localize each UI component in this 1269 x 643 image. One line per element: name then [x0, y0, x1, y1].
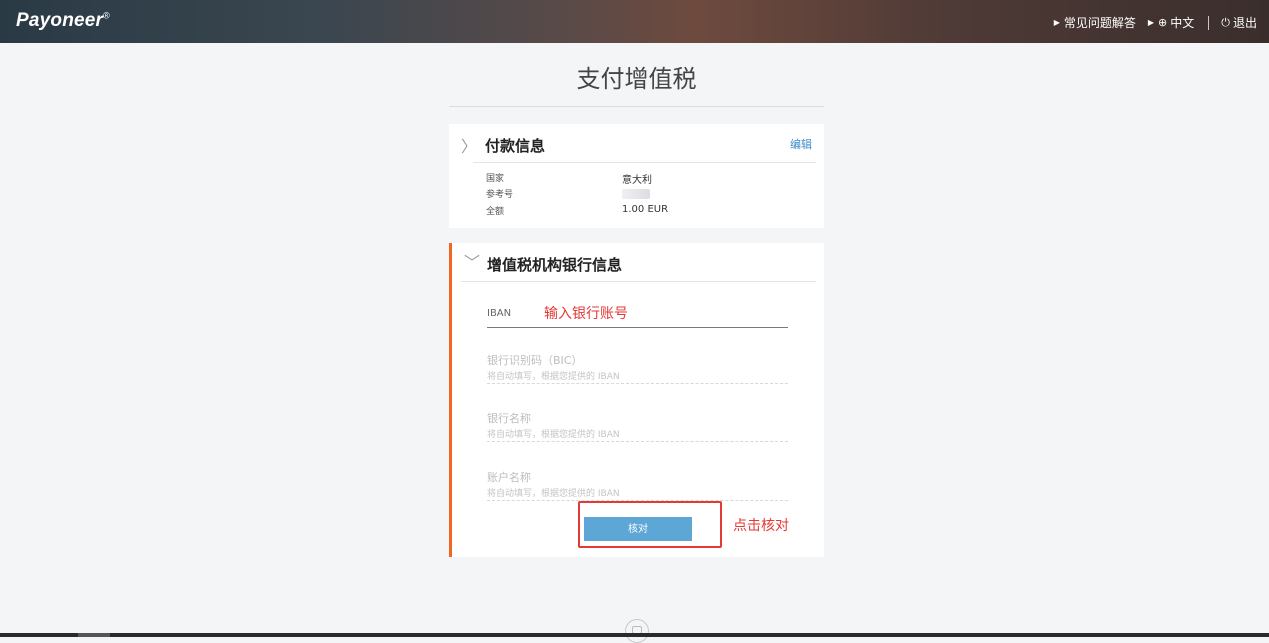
- amount-label: 全额: [486, 207, 505, 217]
- iban-input-underline[interactable]: [487, 327, 788, 328]
- faq-label: 常见问题解答: [1063, 16, 1136, 30]
- payment-info-header[interactable]: 〉 付款信息 编辑: [449, 124, 824, 162]
- info-row-amount: 全额 1.00 EUR: [486, 204, 806, 220]
- info-row-country: 国家 意大利: [486, 171, 806, 187]
- info-row-reference: 参考号: [486, 187, 806, 203]
- country-label: 国家: [486, 174, 505, 184]
- active-section-accent: [449, 243, 452, 557]
- title-divider: [449, 106, 824, 107]
- bank-name-label: 银行名称: [487, 412, 531, 425]
- bic-help: 将自动填写，根据您提供的 IBAN: [487, 372, 620, 382]
- payment-info-title: 付款信息: [485, 137, 546, 155]
- taskbar-strip: [0, 633, 1269, 637]
- account-name-label: 账户名称: [487, 471, 531, 484]
- bank-name-underline: [487, 441, 788, 442]
- iban-annotation: 输入银行账号: [544, 306, 628, 322]
- chevron-right-icon[interactable]: 〉: [461, 133, 477, 157]
- language-selector[interactable]: ▶ ⊕ 中文: [1148, 14, 1194, 31]
- faq-link[interactable]: ▶ 常见问题解答: [1054, 14, 1136, 31]
- edit-link[interactable]: 编辑: [790, 136, 812, 152]
- bank-info-card: ﹀ 增值税机构银行信息 IBAN 输入银行账号 银行识别码（BIC） 将自动填写…: [449, 243, 824, 557]
- caret-right-icon: ▶: [1147, 18, 1155, 27]
- payment-info-card: 〉 付款信息 编辑 国家 意大利 参考号 全额 1.00 EUR: [449, 124, 824, 228]
- reference-label: 参考号: [486, 190, 514, 200]
- iban-label: IBAN: [487, 308, 512, 319]
- account-name-help: 将自动填写，根据您提供的 IBAN: [487, 489, 620, 499]
- card-divider: [461, 281, 816, 282]
- bank-info-header[interactable]: ﹀ 增值税机构银行信息: [449, 243, 824, 281]
- top-nav: ▶ 常见问题解答 ▶ ⊕ 中文 ⏻ 退出: [1042, 14, 1257, 31]
- lock-icon: [625, 619, 649, 643]
- page-title: 支付增值税: [576, 65, 697, 93]
- payoneer-logo[interactable]: Payoneer®: [16, 10, 110, 32]
- amount-value: 1.00 EUR: [622, 204, 669, 215]
- nav-divider: [1208, 15, 1210, 30]
- globe-icon: ⊕: [1158, 16, 1168, 29]
- annotation-highlight-box: [578, 501, 722, 548]
- redacted-value: [622, 189, 650, 199]
- language-label: 中文: [1170, 16, 1195, 30]
- chevron-down-icon[interactable]: ﹀: [464, 249, 480, 273]
- caret-right-icon: ▶: [1053, 18, 1060, 27]
- power-icon: ⏻: [1221, 15, 1230, 29]
- logout-label: 退出: [1232, 16, 1257, 30]
- reference-value: [622, 187, 650, 202]
- bank-info-title: 增值税机构银行信息: [487, 256, 623, 274]
- logout-link[interactable]: ⏻ 退出: [1221, 14, 1257, 31]
- bic-label: 银行识别码（BIC）: [487, 354, 583, 367]
- country-value: 意大利: [622, 175, 652, 186]
- card-divider: [473, 162, 816, 163]
- bic-underline: [487, 383, 788, 384]
- click-annotation: 点击核对: [733, 518, 789, 534]
- bank-name-help: 将自动填写，根据您提供的 IBAN: [487, 430, 620, 440]
- top-header: Payoneer® ▶ 常见问题解答 ▶ ⊕ 中文 ⏻ 退出: [0, 0, 1269, 43]
